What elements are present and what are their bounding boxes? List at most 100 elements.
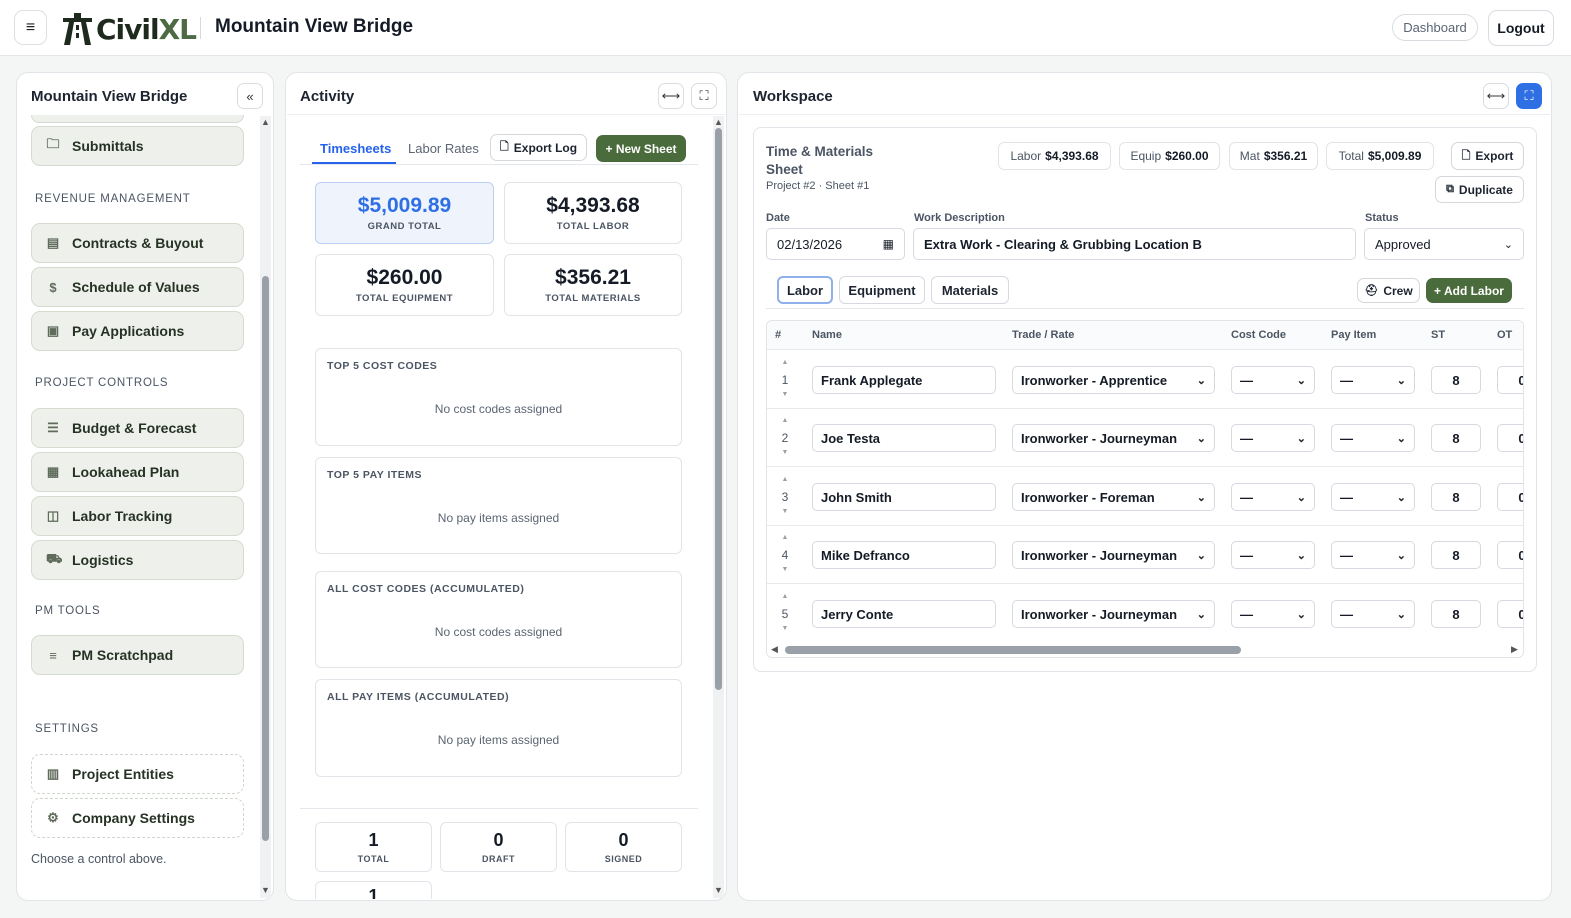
pay-app-icon: ▣ xyxy=(46,323,60,338)
table-row: ▲ 4 ▼ Mike Defranco Ironworker - Journeyman ⌄… xyxy=(767,526,1523,584)
move-up-icon[interactable]: ▲ xyxy=(777,417,793,424)
sidebar-item-submittals[interactable]: 🗀 Submittals xyxy=(31,126,244,166)
ot-hours-input[interactable]: 0 xyxy=(1497,541,1523,569)
name-input[interactable]: Frank Applegate xyxy=(812,366,996,394)
collapse-sidebar-icon[interactable]: « xyxy=(237,83,263,109)
move-up-icon[interactable]: ▲ xyxy=(777,359,793,366)
move-down-icon[interactable]: ▼ xyxy=(777,449,793,456)
cost-code-select[interactable]: — ⌄ xyxy=(1231,366,1315,394)
crew-button[interactable]: ⛑ Crew xyxy=(1357,278,1420,303)
move-down-icon[interactable]: ▼ xyxy=(777,566,793,573)
name-input[interactable]: John Smith xyxy=(812,483,996,511)
sidebar-item-project-entities[interactable]: ▥ Project Entities xyxy=(31,754,244,794)
name-input[interactable]: Joe Testa xyxy=(812,424,996,452)
subtab-materials[interactable]: Materials xyxy=(931,276,1009,304)
activity-title: Activity xyxy=(300,88,355,105)
hamburger-menu-icon[interactable]: ≡ xyxy=(14,10,47,45)
trade-rate-select[interactable]: Ironworker - Foreman ⌄ xyxy=(1012,483,1215,511)
sidebar-scroll-thumb[interactable] xyxy=(262,276,269,841)
subtab-labor[interactable]: Labor xyxy=(777,276,833,304)
cost-code-select[interactable]: — ⌄ xyxy=(1231,600,1315,628)
cost-code-select[interactable]: — ⌄ xyxy=(1231,424,1315,452)
trade-rate-select[interactable]: Ironworker - Journeyman ⌄ xyxy=(1012,424,1215,452)
pay-item-select[interactable]: — ⌄ xyxy=(1331,483,1415,511)
cost-code-select[interactable]: — ⌄ xyxy=(1231,541,1315,569)
sidebar-item-labor-tracking[interactable]: ◫ Labor Tracking xyxy=(31,496,244,536)
scroll-right-arrow-icon[interactable]: ▶ xyxy=(1511,644,1518,655)
move-down-icon[interactable]: ▼ xyxy=(777,625,793,632)
sidebar-item-pm-scratchpad[interactable]: ≡ PM Scratchpad xyxy=(31,635,244,675)
logout-button[interactable]: Logout xyxy=(1488,10,1554,46)
activity-scroll-down-icon[interactable]: ▼ xyxy=(714,885,723,895)
trade-rate-select[interactable]: Ironworker - Journeyman ⌄ xyxy=(1012,541,1215,569)
duplicate-button[interactable]: ⧉ Duplicate xyxy=(1435,176,1524,203)
fullscreen-icon[interactable]: ⛶ xyxy=(691,83,717,109)
resize-horizontal-icon[interactable]: ⟷ xyxy=(658,83,684,109)
pay-item-select[interactable]: — ⌄ xyxy=(1331,541,1415,569)
activity-scroll-up-icon[interactable]: ▲ xyxy=(714,117,723,127)
tab-timesheets[interactable]: Timesheets xyxy=(320,141,391,156)
name-input[interactable]: Mike Defranco xyxy=(812,541,996,569)
sidebar-item-contracts-buyout[interactable]: ▤ Contracts & Buyout xyxy=(31,223,244,263)
chevron-down-icon: ⌄ xyxy=(1503,238,1513,251)
trade-rate-select[interactable]: Ironworker - Apprentice ⌄ xyxy=(1012,366,1215,394)
move-up-icon[interactable]: ▲ xyxy=(777,476,793,483)
chevron-down-icon: ⌄ xyxy=(1396,549,1406,562)
tab-labor-rates[interactable]: Labor Rates xyxy=(408,141,479,156)
table-scrollbar[interactable]: ◀ ▶ xyxy=(767,642,1523,657)
sidebar-item-schedule-of-values[interactable]: $ Schedule of Values xyxy=(31,267,244,307)
pay-item-select[interactable]: — ⌄ xyxy=(1331,424,1415,452)
st-hours-input[interactable]: 8 xyxy=(1431,424,1481,452)
ot-hours-input[interactable]: 0 xyxy=(1497,483,1523,511)
sidebar-item-pay-applications[interactable]: ▣ Pay Applications xyxy=(31,311,244,351)
add-labor-button[interactable]: + Add Labor xyxy=(1426,278,1512,303)
move-up-icon[interactable]: ▲ xyxy=(777,534,793,541)
move-down-icon[interactable]: ▼ xyxy=(777,508,793,515)
scroll-up-arrow-icon[interactable]: ▲ xyxy=(261,117,270,127)
ot-hours-input[interactable]: 0 xyxy=(1497,366,1523,394)
ot-hours-input[interactable]: 0 xyxy=(1497,424,1523,452)
export-button[interactable]: 🗋 Export xyxy=(1451,142,1524,170)
chevron-down-icon: ⌄ xyxy=(1396,608,1406,621)
calendar-icon: ▦ xyxy=(46,464,60,479)
project-title: Mountain View Bridge xyxy=(215,16,414,37)
scroll-down-arrow-icon[interactable]: ▼ xyxy=(261,885,270,895)
new-sheet-button[interactable]: + New Sheet xyxy=(596,135,686,162)
date-input[interactable]: 02/13/2026 ▦ xyxy=(766,228,905,260)
top-cost-codes-card: TOP 5 COST CODES No cost codes assigned xyxy=(315,348,682,446)
dashboard-button[interactable]: Dashboard xyxy=(1392,14,1478,41)
civilxl-logo[interactable]: CivilXL xyxy=(63,12,197,46)
chevron-down-icon: ⌄ xyxy=(1296,374,1306,387)
export-log-button[interactable]: 🗋 Export Log xyxy=(490,134,587,161)
sheet-title: Time & Materials Sheet xyxy=(766,144,874,177)
workspace-fullscreen-icon[interactable]: ⛶ xyxy=(1516,83,1542,109)
move-down-icon[interactable]: ▼ xyxy=(777,391,793,398)
subtab-equipment[interactable]: Equipment xyxy=(839,276,925,304)
chevron-down-icon: ⌄ xyxy=(1196,549,1206,562)
pay-item-select[interactable]: — ⌄ xyxy=(1331,366,1415,394)
total-labor-card: $4,393.68 TOTAL LABOR xyxy=(504,182,682,244)
workspace-resize-icon[interactable]: ⟷ xyxy=(1483,83,1509,109)
table-scroll-thumb[interactable] xyxy=(785,646,1241,654)
activity-scroll-thumb[interactable] xyxy=(715,128,722,690)
sidebar-item-logistics[interactable]: ⛟ Logistics xyxy=(31,540,244,580)
move-up-icon[interactable]: ▲ xyxy=(777,593,793,600)
work-description-input[interactable]: Extra Work - Clearing & Grubbing Locatio… xyxy=(913,228,1356,260)
st-hours-input[interactable]: 8 xyxy=(1431,483,1481,511)
st-hours-input[interactable]: 8 xyxy=(1431,600,1481,628)
ot-hours-input[interactable]: 0 xyxy=(1497,600,1523,628)
pay-item-select[interactable]: — ⌄ xyxy=(1331,600,1415,628)
status-select[interactable]: Approved ⌄ xyxy=(1364,228,1524,260)
name-input[interactable]: Jerry Conte xyxy=(812,600,996,628)
equip-total-pill: Equip $260.00 xyxy=(1119,142,1220,170)
section-settings: SETTINGS xyxy=(35,723,99,735)
sidebar-item-lookahead-plan[interactable]: ▦ Lookahead Plan xyxy=(31,452,244,492)
st-hours-input[interactable]: 8 xyxy=(1431,541,1481,569)
sidebar-item-company-settings[interactable]: ⚙ Company Settings xyxy=(31,798,244,838)
sidebar-item-budget-forecast[interactable]: ☰ Budget & Forecast xyxy=(31,408,244,448)
st-hours-input[interactable]: 8 xyxy=(1431,366,1481,394)
status-label: Status xyxy=(1365,212,1399,224)
trade-rate-select[interactable]: Ironworker - Journeyman ⌄ xyxy=(1012,600,1215,628)
scroll-left-arrow-icon[interactable]: ◀ xyxy=(771,644,778,655)
cost-code-select[interactable]: — ⌄ xyxy=(1231,483,1315,511)
